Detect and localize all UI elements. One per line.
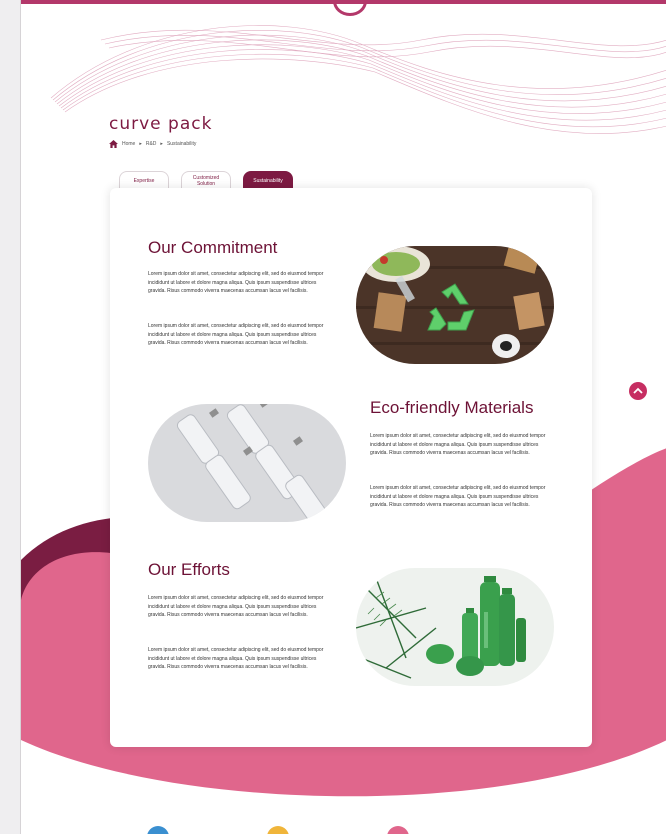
tab-customized-solution[interactable]: Customized Solution [181, 171, 231, 189]
section-text: Lorem ipsum dolor sit amet, consectetur … [370, 433, 546, 456]
content-card: Our Commitment Lorem ipsum dolor sit ame… [110, 188, 592, 747]
scroll-to-top-button[interactable] [629, 382, 647, 400]
breadcrumb: Home ▸ R&D ▸ Sustainability [109, 140, 196, 148]
recycling-photo [356, 246, 554, 364]
brand-logo[interactable]: curve pack [109, 114, 212, 134]
section-text: Lorem ipsum dolor sit amet, consectetur … [148, 647, 324, 670]
glass-bottles-photo [148, 404, 346, 522]
breadcrumb-rnd[interactable]: R&D [146, 141, 157, 147]
section-text: Lorem ipsum dolor sit amet, consectetur … [148, 595, 324, 618]
chevron-up-icon [633, 387, 643, 394]
section-title-efforts: Our Efforts [148, 560, 230, 579]
section-title-eco-materials: Eco-friendly Materials [370, 398, 534, 417]
section-title-commitment: Our Commitment [148, 238, 278, 257]
chevron-right-icon: ▸ [160, 141, 163, 147]
chevron-right-icon: ▸ [139, 141, 142, 147]
home-icon[interactable] [109, 140, 118, 148]
section-text: Lorem ipsum dolor sit amet, consectetur … [370, 485, 546, 508]
tab-expertise[interactable]: Expertise [119, 171, 169, 189]
page-frame: curve pack Home ▸ R&D ▸ Sustainability E… [20, 0, 666, 834]
section-text: Lorem ipsum dolor sit amet, consectetur … [148, 271, 324, 294]
tab-sustainability[interactable]: Sustainability [243, 171, 293, 189]
green-cosmetic-bottles-photo [356, 568, 554, 686]
section-text: Lorem ipsum dolor sit amet, consectetur … [148, 323, 324, 346]
breadcrumb-current: Sustainability [166, 141, 197, 147]
section-tabs: Expertise Customized Solution Sustainabi… [119, 171, 293, 189]
breadcrumb-home[interactable]: Home [122, 141, 135, 147]
